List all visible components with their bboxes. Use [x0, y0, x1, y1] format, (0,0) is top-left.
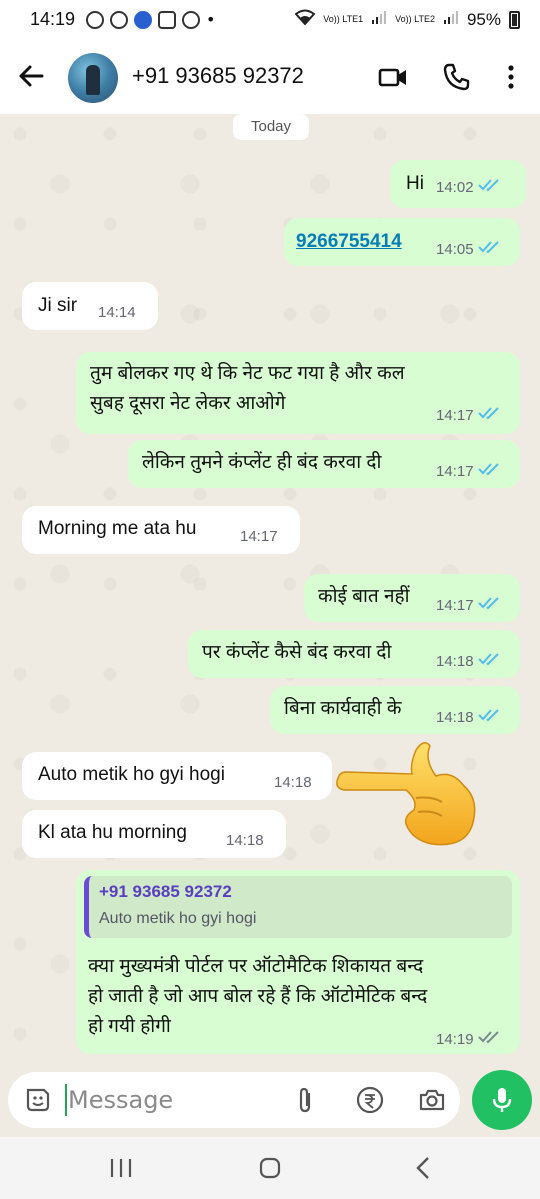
message-time: 14:17	[436, 462, 474, 480]
battery-percent: 95%	[466, 9, 501, 29]
message-bubble[interactable]: तुम बोलकर गए थे कि नेट फट गया है और कल स…	[76, 352, 520, 434]
message-text: Ji sir	[38, 295, 78, 316]
message-time: 14:17	[436, 596, 474, 614]
video-call-icon[interactable]	[378, 62, 408, 92]
message-time: 14:18	[436, 708, 474, 726]
message-input-container[interactable]: Message	[8, 1072, 460, 1128]
signal1-icon	[371, 9, 387, 30]
read-ticks-icon	[477, 178, 502, 196]
composer-bar: Message	[0, 1070, 540, 1130]
message-time: 14:17	[436, 406, 474, 424]
message-text-line: तुम बोलकर गए थे कि नेट फट गया है और कल	[90, 363, 405, 384]
message-time: 14:18	[436, 652, 474, 670]
message-text: Auto metik ho gyi hogi	[38, 764, 225, 785]
voice-call-icon[interactable]	[442, 62, 472, 92]
status-bar: 14:19 • Vo)) LTE1 Vo)) LTE2 95%	[0, 0, 540, 40]
reply-message-bubble[interactable]: +91 93685 92372 Auto metik ho gyi hogi क…	[76, 870, 520, 1054]
message-text-line: हो जाती है जो आप बोल रहे हैं कि ऑटोमेटिक…	[88, 986, 428, 1007]
battery-icon	[509, 10, 520, 29]
contact-avatar[interactable]	[68, 53, 118, 103]
message-text: Kl ata hu morning	[38, 822, 187, 843]
whatsapp-icon	[86, 10, 104, 29]
message-text-line: क्या मुख्यमंत्री पोर्टल पर ऑटोमैटिक शिका…	[88, 956, 424, 977]
voice-record-button[interactable]	[472, 1070, 532, 1130]
message-bubble[interactable]: Auto metik ho gyi hogi 14:18	[22, 752, 332, 800]
message-bubble[interactable]: Hi 14:02	[390, 160, 526, 208]
message-time: 14:02	[436, 178, 474, 196]
phone-number-link[interactable]: 9266755414	[296, 227, 402, 257]
message-text-line: हो गयी होगी	[88, 1016, 171, 1037]
sim2-label: Vo)) LTE2	[395, 14, 435, 24]
message-bubble[interactable]: पर कंप्लेंट कैसे बंद करवा दी 14:18	[188, 630, 520, 678]
text-cursor	[65, 1084, 67, 1116]
message-time: 14:18	[226, 832, 264, 849]
read-ticks-icon	[477, 240, 502, 258]
system-nav-bar	[0, 1137, 540, 1199]
bluetooth-icon	[134, 10, 152, 29]
pointing-hand-emoji	[332, 740, 482, 850]
message-text-line: सुबह दूसरा नेट लेकर आओगे	[90, 393, 286, 414]
attach-icon[interactable]	[292, 1086, 320, 1114]
more-notifications-dot: •	[206, 10, 216, 29]
wifi-icon	[294, 9, 316, 30]
back-arrow-icon[interactable]	[16, 60, 48, 92]
message-input[interactable]: Message	[68, 1086, 173, 1114]
read-ticks-icon	[477, 406, 502, 424]
message-text: लेकिन तुमने कंप्लेंट ही बंद करवा दी	[142, 452, 382, 473]
message-text: पर कंप्लेंट कैसे बंद करवा दी	[202, 642, 392, 663]
recent-apps-icon[interactable]	[106, 1155, 136, 1181]
message-bubble[interactable]: 9266755414 14:05	[284, 218, 520, 266]
whatsapp-icon	[110, 10, 128, 29]
payment-rupee-icon[interactable]	[356, 1086, 384, 1114]
paytm-icon	[158, 10, 176, 29]
delivered-ticks-icon	[477, 1030, 502, 1048]
more-options-icon[interactable]	[496, 62, 526, 92]
message-bubble[interactable]: बिना कार्यवाही के 14:18	[270, 686, 520, 734]
message-bubble[interactable]: Kl ata hu morning 14:18	[22, 810, 286, 858]
quoted-text: Auto metik ho gyi hogi	[99, 910, 257, 927]
contact-name[interactable]: +91 93685 92372	[132, 63, 304, 89]
message-text: Hi	[406, 173, 424, 194]
message-text: बिना कार्यवाही के	[284, 698, 402, 719]
message-bubble[interactable]: लेकिन तुमने कंप्लेंट ही बंद करवा दी 14:1…	[128, 440, 520, 488]
location-icon	[182, 10, 200, 29]
message-bubble[interactable]: कोई बात नहीं 14:17	[304, 574, 520, 622]
status-time: 14:19	[30, 9, 76, 29]
read-ticks-icon	[477, 596, 502, 614]
notification-icons: •	[86, 10, 215, 29]
read-ticks-icon	[477, 708, 502, 726]
message-time: 14:17	[240, 528, 278, 545]
message-text: Morning me ata hu	[38, 518, 197, 539]
sticker-icon[interactable]	[24, 1086, 52, 1114]
read-ticks-icon	[477, 462, 502, 480]
chat-area[interactable]: Today Hi 14:02 9266755414 14:05 Ji sir 1…	[0, 114, 540, 1070]
camera-icon[interactable]	[418, 1086, 446, 1114]
read-ticks-icon	[477, 652, 502, 670]
message-bubble[interactable]: Ji sir 14:14	[22, 282, 158, 330]
quoted-sender: +91 93685 92372	[99, 882, 232, 901]
message-time: 14:14	[98, 304, 136, 321]
date-chip: Today	[233, 114, 309, 140]
message-text: कोई बात नहीं	[318, 586, 410, 607]
message-time: 14:19	[436, 1030, 474, 1048]
message-time: 14:18	[274, 774, 312, 791]
microphone-icon	[490, 1086, 514, 1118]
message-time: 14:05	[436, 240, 474, 258]
quoted-message[interactable]: +91 93685 92372 Auto metik ho gyi hogi	[84, 876, 512, 938]
message-bubble[interactable]: Morning me ata hu 14:17	[22, 506, 300, 554]
sim1-label: Vo)) LTE1	[323, 14, 364, 24]
signal2-icon	[443, 9, 459, 30]
home-icon[interactable]	[255, 1155, 285, 1181]
back-nav-icon[interactable]	[408, 1155, 438, 1181]
chat-header: +91 93685 92372	[0, 40, 540, 114]
